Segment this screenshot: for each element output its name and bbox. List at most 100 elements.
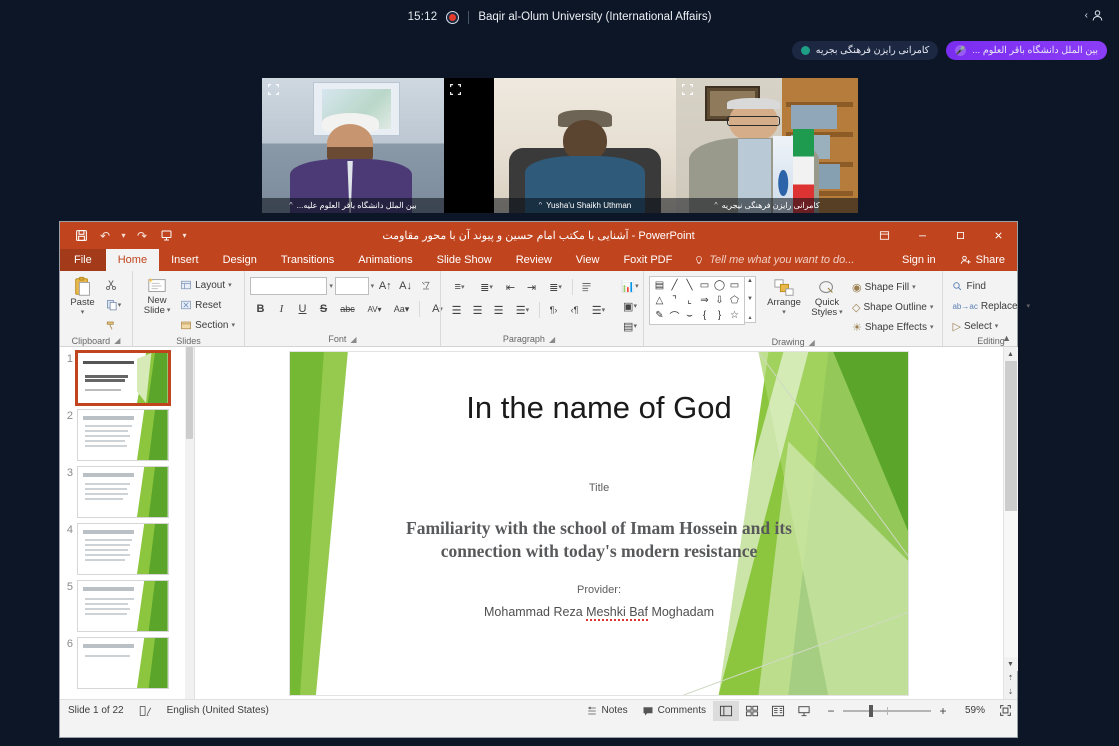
shape-fill-button[interactable]: ◉ Shape Fill ▾ (848, 277, 937, 297)
shadow-button[interactable]: S (313, 299, 334, 319)
shape-outline-button[interactable]: ◇ Shape Outline ▾ (848, 297, 937, 317)
replace-button[interactable]: ab→ac Replace ▾ (948, 296, 1034, 316)
dialog-launcher-icon[interactable]: ◢ (350, 335, 356, 344)
numbering-button[interactable]: ≣ ▾ (473, 277, 500, 297)
strikethrough-button[interactable]: abc (334, 299, 361, 319)
normal-view-button[interactable] (713, 700, 739, 721)
quick-styles-button[interactable]: Quick Styles ▾ (806, 276, 848, 318)
comments-button[interactable]: Comments (635, 700, 713, 722)
scroll-down-icon[interactable]: ▼ (1003, 657, 1018, 671)
increase-font-size-button[interactable]: A↑ (376, 276, 394, 296)
paste-button[interactable]: Paste ▾ (65, 274, 100, 316)
shape-effects-button[interactable]: ☀ Shape Effects ▾ (848, 317, 937, 337)
slide-sorter-button[interactable] (739, 701, 765, 721)
slide-show-button[interactable] (791, 701, 817, 721)
scroll-up-icon[interactable]: ▲ (747, 278, 753, 284)
align-left-button[interactable]: ☰ (446, 300, 467, 320)
language-indicator[interactable]: English (United States) (167, 705, 269, 716)
shape-line-icon[interactable]: ╱ (667, 278, 682, 293)
shape-oval-icon[interactable]: ◯ (712, 278, 727, 293)
scroll-up-icon[interactable]: ▲ (1003, 347, 1018, 361)
slide-canvas-area[interactable]: In the name of God Title Familiarity wit… (195, 347, 1003, 699)
scroll-thumb[interactable] (1004, 361, 1017, 511)
shape-brace-left-icon[interactable]: { (697, 308, 712, 323)
expand-icon[interactable] (267, 83, 280, 96)
cut-button[interactable] (100, 275, 121, 295)
close-button[interactable] (979, 222, 1017, 249)
shape-freeform-icon[interactable]: ✎ (652, 308, 667, 323)
zoom-slider[interactable] (843, 704, 931, 717)
tab-design[interactable]: Design (211, 249, 269, 271)
thumbnail-item[interactable]: 5 (60, 575, 194, 632)
minimize-button[interactable] (903, 222, 941, 249)
save-icon[interactable] (69, 225, 93, 247)
underline-button[interactable]: U (292, 299, 313, 319)
thumbnail-preview[interactable] (77, 409, 169, 461)
shape-elbow-arrow-icon[interactable]: ⌞ (682, 293, 697, 308)
tab-transitions[interactable]: Transitions (269, 249, 346, 271)
thumbnail-preview[interactable] (77, 523, 169, 575)
shape-pentagon-icon[interactable]: ⬠ (727, 293, 742, 308)
section-button[interactable]: Section ▾ (176, 315, 239, 335)
shape-triangle-icon[interactable]: △ (652, 293, 667, 308)
chevron-down-icon[interactable]: ▾ (371, 282, 375, 290)
copy-button[interactable]: ▾ (100, 295, 127, 315)
tab-home[interactable]: Home (105, 249, 160, 271)
ltr-button[interactable]: ¶› (543, 300, 564, 320)
reading-view-button[interactable] (765, 701, 791, 721)
smartart-button[interactable]: 📊 ▾ (620, 276, 641, 296)
clear-formatting-button[interactable] (417, 276, 435, 296)
text-direction-button[interactable] (576, 277, 597, 297)
collapse-ribbon-button[interactable]: ▲ (1002, 333, 1011, 343)
slide-counter[interactable]: Slide 1 of 22 (68, 705, 124, 716)
expand-icon[interactable] (681, 83, 694, 96)
shape-arrow-icon[interactable]: ╲ (682, 278, 697, 293)
scroll-down-icon[interactable]: ▼ (747, 296, 753, 302)
thumbnail-item[interactable]: 6 (60, 632, 194, 689)
chevron-down-icon[interactable]: ▾ (329, 282, 333, 290)
participant-pill[interactable]: کامرانی رایزن فرهنگی بجریه (791, 41, 939, 60)
video-tile[interactable]: بین الملل دانشگاه باقر العلوم علیه... ^ (262, 78, 444, 213)
notes-button[interactable]: Notes (579, 700, 635, 722)
slide-vertical-scrollbar[interactable]: ▲ ▼ ⇡ ⇣ (1003, 347, 1018, 699)
expand-icon[interactable] (449, 83, 462, 96)
increase-indent-button[interactable]: ⇥ (521, 277, 542, 297)
thumbnail-preview[interactable] (77, 580, 169, 632)
shapes-gallery[interactable]: ▤ ╱ ╲ ▭ ◯ ▭ △ ⌝ ⌞ ⇒ ⇩ ⬠ ✎ ⌒ ⌣ {} ☆ (649, 276, 745, 325)
bold-button[interactable]: B (250, 299, 271, 319)
tab-animations[interactable]: Animations (346, 249, 424, 271)
thumbnail-preview[interactable] (75, 350, 171, 406)
share-button[interactable]: Share (948, 249, 1017, 271)
align-right-button[interactable]: ☰ (488, 300, 509, 320)
customize-quick-access-icon[interactable]: ▾ (178, 225, 191, 247)
justify-button[interactable]: ☰ ▾ (509, 300, 536, 320)
format-painter-button[interactable] (100, 315, 121, 335)
dialog-launcher-icon[interactable]: ◢ (549, 335, 555, 344)
chevron-down-icon[interactable]: ▾ (782, 308, 786, 316)
thumbnail-item[interactable]: 2 (60, 404, 194, 461)
text-box-button[interactable]: ▣ ▾ (620, 296, 641, 316)
people-icon[interactable]: ‹ (1085, 8, 1105, 23)
shapes-more-icon[interactable]: ▴ (748, 314, 751, 321)
tab-insert[interactable]: Insert (159, 249, 211, 271)
shape-right-arrow-icon[interactable]: ⇒ (697, 293, 712, 308)
tab-file[interactable]: File (60, 249, 106, 271)
arrange-button[interactable]: Arrange ▾ (762, 276, 806, 316)
restore-button[interactable] (941, 222, 979, 249)
decrease-indent-button[interactable]: ⇤ (500, 277, 521, 297)
font-name-input[interactable] (250, 277, 328, 295)
select-button[interactable]: ▷ Select ▾ (948, 316, 1034, 336)
previous-slide-button[interactable]: ⇡ (1004, 671, 1018, 685)
shape-roundrect-icon[interactable]: ▭ (727, 278, 742, 293)
tab-slide-show[interactable]: Slide Show (425, 249, 504, 271)
convert-smartart-button[interactable]: ▤ ▾ (620, 316, 641, 336)
shape-arc-icon[interactable]: ⌣ (682, 308, 697, 323)
zoom-control[interactable]: − + 59% (817, 704, 993, 718)
video-tile[interactable]: Yusha'u Shaikh Uthman ^ (494, 78, 676, 213)
layout-button[interactable]: Layout ▾ (176, 275, 239, 295)
reset-button[interactable]: Reset (176, 295, 239, 315)
slide-thumbnail-pane[interactable]: 1 2 3 4 5 6 (60, 347, 195, 699)
shape-textbox-icon[interactable]: ▤ (652, 278, 667, 293)
font-size-input[interactable] (334, 277, 369, 295)
zoom-out-button[interactable]: − (825, 704, 837, 718)
